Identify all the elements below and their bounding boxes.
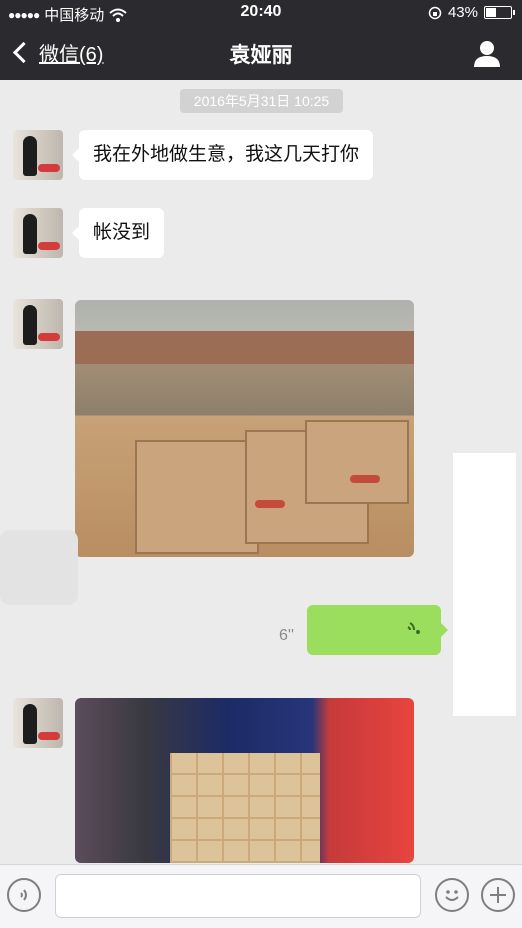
status-right: 43% xyxy=(428,4,515,21)
emoji-icon xyxy=(445,890,459,901)
back-button[interactable]: 微信(6) xyxy=(12,38,104,67)
blurred-region xyxy=(0,530,78,605)
input-bar xyxy=(0,864,522,928)
avatar-flowers xyxy=(38,164,60,172)
avatar-figure xyxy=(23,704,37,744)
avatar-flowers xyxy=(38,732,60,740)
rotation-lock-icon xyxy=(428,6,442,19)
avatar-figure xyxy=(23,136,37,176)
back-label: 微信(6) xyxy=(39,44,104,66)
chevron-left-icon xyxy=(12,41,35,64)
received-message-bubble[interactable]: 帐没到 xyxy=(71,208,165,258)
nav-bar: 微信(6) 袁娅丽 xyxy=(0,26,522,80)
message-timestamp: 2016年5月31日 10:25 xyxy=(180,89,343,113)
contact-profile-icon[interactable] xyxy=(472,40,502,68)
message-input[interactable] xyxy=(55,874,421,918)
plus-icon xyxy=(490,887,506,903)
voice-wave-icon xyxy=(407,622,420,634)
more-button[interactable] xyxy=(481,878,515,912)
received-image-message[interactable] xyxy=(75,698,414,863)
battery-icon xyxy=(484,6,515,19)
voice-duration: 6'' xyxy=(279,627,295,644)
battery-level xyxy=(486,8,496,17)
voice-toggle-icon xyxy=(20,889,27,901)
emoji-button[interactable] xyxy=(435,878,469,912)
photo-strawberry xyxy=(350,475,380,483)
sent-voice-message[interactable] xyxy=(307,605,448,655)
avatar-figure xyxy=(23,214,37,254)
white-overlay-panel xyxy=(453,453,516,716)
photo-strawberry xyxy=(255,500,285,508)
avatar-flowers xyxy=(38,242,60,250)
battery-percent: 43% xyxy=(447,4,478,21)
voice-toggle-button[interactable] xyxy=(7,878,41,912)
photo-box xyxy=(305,420,409,504)
contact-avatar[interactable] xyxy=(13,208,63,258)
photo-crates xyxy=(170,753,320,863)
avatar-flowers xyxy=(38,333,60,341)
top-bar: ●●●●● 中国移动 20:40 43% 微信(6) 袁娅丽 xyxy=(0,0,522,80)
contact-avatar[interactable] xyxy=(13,698,63,748)
status-bar: ●●●●● 中国移动 20:40 43% xyxy=(0,0,522,26)
received-message-bubble[interactable]: 我在外地做生意，我这几天打你 xyxy=(71,130,374,180)
received-image-message[interactable] xyxy=(75,300,414,557)
photo-box xyxy=(135,440,259,554)
contact-avatar[interactable] xyxy=(13,299,63,349)
avatar-figure xyxy=(23,305,37,345)
contact-avatar[interactable] xyxy=(13,130,63,180)
